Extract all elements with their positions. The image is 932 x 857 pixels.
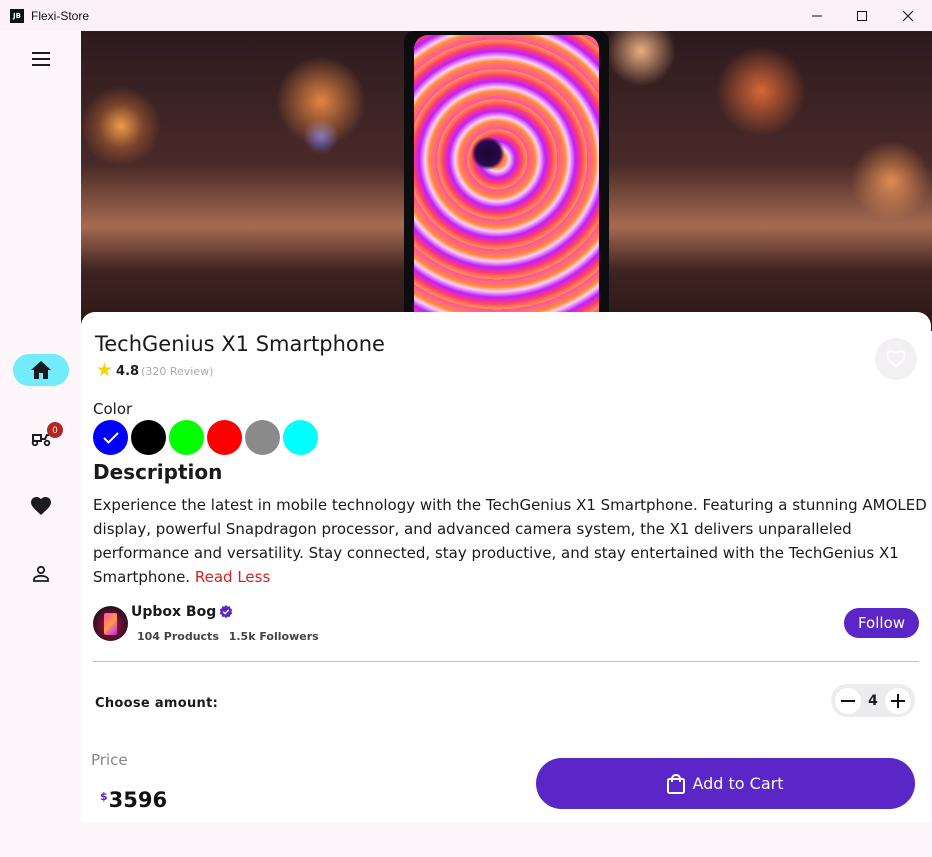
follow-button[interactable]: Follow: [844, 608, 919, 638]
favorite-button[interactable]: [875, 338, 917, 380]
heart-outline-icon: [886, 350, 906, 368]
verified-icon: [219, 605, 233, 619]
plus-icon: [891, 693, 905, 708]
price-label: Price: [91, 751, 128, 769]
color-swatch[interactable]: [93, 420, 128, 455]
rail-item-profile[interactable]: [13, 558, 69, 590]
seller-name[interactable]: Upbox Bog: [131, 604, 216, 620]
cart-badge: 0: [47, 422, 63, 438]
price-currency: $: [100, 790, 108, 803]
check-icon: [102, 431, 119, 444]
color-swatch[interactable]: [131, 420, 166, 455]
color-swatch[interactable]: [169, 420, 204, 455]
window-title: Flexi-Store: [31, 8, 90, 23]
read-less-link[interactable]: Read Less: [195, 568, 270, 586]
close-button[interactable]: [885, 0, 931, 31]
rail-item-favorites[interactable]: [13, 490, 69, 522]
phone-screen: [414, 35, 599, 331]
title-bar: JB Flexi-Store: [0, 0, 932, 31]
color-swatches: [93, 420, 321, 455]
amount-label: Choose amount:: [95, 696, 219, 711]
divider: [93, 661, 919, 662]
menu-icon: [32, 52, 50, 66]
product-details-sheet: TechGenius X1 Smartphone ★ 4.8 (320 Revi…: [81, 312, 931, 822]
color-swatch[interactable]: [207, 420, 242, 455]
menu-button[interactable]: [13, 43, 69, 75]
price: $ 3596: [100, 788, 167, 812]
rail-item-home[interactable]: [13, 354, 69, 386]
seller-avatar[interactable]: [93, 606, 128, 641]
price-value: 3596: [108, 788, 168, 812]
decrease-button[interactable]: [835, 687, 861, 714]
person-icon: [33, 566, 49, 582]
shopping-bag-icon: [667, 773, 686, 794]
color-swatch[interactable]: [283, 420, 318, 455]
increase-button[interactable]: [885, 687, 911, 714]
rating-value: 4.8: [116, 364, 140, 379]
seller-name-row: Upbox Bog: [131, 604, 233, 620]
product-hero-image: [81, 31, 932, 331]
review-count: (320 Review): [141, 365, 214, 378]
maximize-button[interactable]: [839, 0, 885, 31]
app-icon: JB: [10, 8, 24, 23]
nav-rail: 0: [0, 31, 81, 857]
rating: ★ 4.8 (320 Review): [96, 359, 214, 381]
product-title: TechGenius X1 Smartphone: [95, 332, 385, 356]
seller-row: Upbox Bog 104 Products 1.5k Followers Fo…: [93, 604, 919, 644]
color-swatch[interactable]: [245, 420, 280, 455]
seller-followers: 1.5k Followers: [228, 630, 319, 643]
minimize-button[interactable]: [794, 0, 840, 31]
add-to-cart-button[interactable]: Add to Cart: [536, 758, 915, 809]
description: Experience the latest in mobile technolo…: [93, 493, 929, 589]
seller-stats: 104 Products 1.5k Followers: [137, 630, 319, 643]
quantity-stepper: 4: [831, 684, 915, 717]
home-icon: [31, 361, 51, 379]
description-title: Description: [93, 460, 223, 484]
add-to-cart-label: Add to Cart: [692, 774, 784, 793]
phone-image: [404, 31, 609, 331]
color-label: Color: [93, 400, 133, 418]
star-icon: ★: [96, 359, 114, 381]
minus-icon: [841, 699, 855, 702]
rail-item-cart[interactable]: 0: [13, 422, 69, 454]
seller-products: 104 Products: [137, 630, 219, 643]
quantity-value: 4: [868, 692, 878, 709]
heart-icon: [31, 497, 51, 515]
